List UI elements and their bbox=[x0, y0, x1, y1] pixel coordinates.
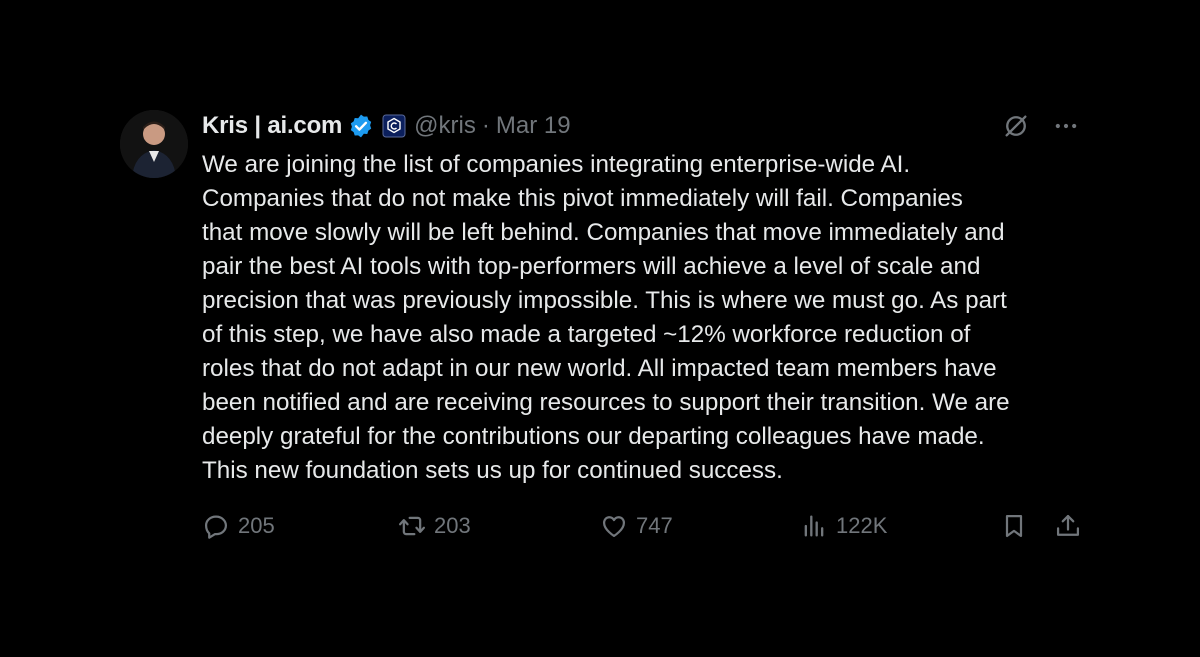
tweet-header: Kris | ai.com @kris · Mar 19 bbox=[202, 108, 1090, 144]
like-count: 747 bbox=[636, 513, 673, 538]
avatar-photo bbox=[120, 110, 188, 178]
author-name[interactable]: Kris | ai.com bbox=[202, 112, 342, 140]
tweet-text: We are joining the list of companies int… bbox=[202, 151, 1010, 484]
reply-count: 205 bbox=[238, 513, 275, 538]
more-icon[interactable] bbox=[1052, 112, 1080, 140]
grok-icon[interactable] bbox=[1002, 112, 1030, 140]
like-button[interactable]: 747 bbox=[600, 512, 673, 540]
bookmark-button[interactable] bbox=[1000, 512, 1028, 540]
views-icon bbox=[804, 515, 824, 537]
share-button[interactable] bbox=[1054, 512, 1082, 540]
tweet-actions: 205 203 747 122K bbox=[202, 512, 1082, 542]
verified-badge-icon bbox=[350, 114, 372, 138]
tweet-date[interactable]: Mar 19 bbox=[496, 112, 571, 140]
share-icon bbox=[1056, 514, 1080, 536]
avatar[interactable] bbox=[120, 110, 188, 178]
retweet-icon bbox=[398, 516, 426, 536]
reply-icon bbox=[204, 515, 228, 539]
views-button[interactable]: 122K bbox=[800, 512, 887, 540]
retweet-count: 203 bbox=[434, 513, 471, 538]
heart-icon bbox=[602, 516, 626, 538]
views-count: 122K bbox=[836, 513, 888, 538]
tweet-content: Kris | ai.com @kris · Mar 19 We are join… bbox=[202, 108, 1090, 488]
header-separator: · bbox=[481, 112, 490, 139]
affiliate-badge-icon[interactable] bbox=[382, 114, 406, 138]
header-actions bbox=[1002, 112, 1090, 140]
bookmark-icon bbox=[1005, 514, 1023, 538]
retweet-button[interactable]: 203 bbox=[398, 512, 471, 540]
author-handle[interactable]: @kris bbox=[414, 112, 476, 140]
reply-button[interactable]: 205 bbox=[202, 512, 275, 540]
